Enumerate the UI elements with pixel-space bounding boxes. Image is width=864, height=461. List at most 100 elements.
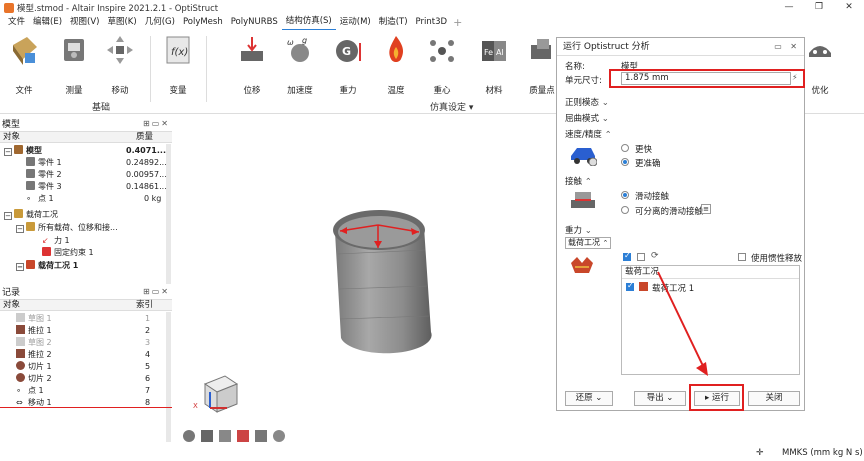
menu-polymesh[interactable]: PolyMesh — [179, 15, 227, 30]
displacement-tool[interactable]: 位移 — [230, 33, 274, 96]
view-cube[interactable]: X — [193, 375, 239, 413]
sketch-icon — [16, 337, 25, 346]
more-accurate-label: 更准确 — [635, 159, 661, 169]
speed-accuracy-toggle[interactable]: 速度/精度 ⌃ — [565, 128, 612, 140]
variables-tool[interactable]: f(x) 变量 — [156, 33, 200, 96]
menu-file[interactable]: 文件 — [4, 15, 29, 30]
svg-text:g: g — [302, 36, 307, 45]
svg-text:f(x): f(x) — [171, 47, 188, 58]
point-mass-icon — [531, 39, 551, 59]
panel-controls-icon[interactable]: ⊞▭✕ — [143, 287, 170, 296]
faster-label: 更快 — [635, 145, 653, 155]
restore-icon[interactable]: ❐ — [804, 0, 834, 15]
group-sim-label[interactable]: 仿真设定 ▾ — [430, 100, 473, 113]
history-row[interactable]: 推拉 24 — [0, 349, 166, 361]
contact-options-icon[interactable]: ≡ — [701, 204, 711, 214]
tree-row-loadcases[interactable]: − 载荷工况 — [4, 209, 170, 221]
move-tool[interactable]: 移动 — [98, 33, 142, 96]
close-window-icon[interactable]: ✕ — [834, 0, 864, 15]
sliding-contact-label: 滑动接触 — [635, 192, 670, 202]
tree-row-part2[interactable]: 零件 2 0.00957... — [26, 169, 192, 181]
menu-motion[interactable]: 运动(M) — [336, 15, 375, 30]
file-tool[interactable]: 文件 — [2, 33, 46, 96]
separable-sliding-label: 可分离的滑动接触 — [635, 207, 704, 217]
measure-tool[interactable]: 测量 — [52, 33, 96, 96]
menu-view[interactable]: 视图(V) — [66, 15, 103, 30]
svg-text:G: G — [342, 45, 351, 58]
tree-row-part1[interactable]: 零件 1 0.24892... — [26, 157, 192, 169]
history-row[interactable]: 草图 11 — [0, 313, 166, 325]
history-panel-title: 记录 ⊞▭✕ — [2, 286, 170, 298]
gravity-toggle[interactable]: 重力 ⌄ — [565, 224, 592, 236]
add-tab-icon[interactable]: + — [451, 16, 462, 29]
menu-print3d[interactable]: Print3D — [412, 15, 452, 30]
center-of-gravity-tool[interactable]: 重心 — [420, 33, 464, 96]
history-row[interactable]: ∘ 点 17 — [0, 385, 166, 397]
window-title: 模型.stmod - Altair Inspire 2021.2.1 - Opt… — [17, 3, 219, 14]
annotation-arrow — [657, 271, 708, 376]
slice-icon — [16, 373, 25, 382]
part-icon — [26, 181, 35, 190]
tree-row-all-loads[interactable]: − 所有载荷、位移和接... — [16, 222, 182, 234]
panel-controls-icon[interactable]: ⊞▭✕ — [143, 119, 170, 128]
force-icon: ↙ — [42, 236, 49, 245]
svg-text:X: X — [193, 402, 198, 410]
buckling-modes-toggle[interactable]: 屈曲模式 ⌄ — [565, 112, 609, 124]
dialog-title: 运行 Optistruct 分析 ▭ ✕ — [557, 38, 804, 56]
file-icon — [13, 37, 37, 65]
sketch-icon — [16, 313, 25, 322]
tree-row-point1[interactable]: ∘ 点 1 0 kg — [26, 193, 192, 205]
element-size-highlight — [609, 69, 805, 88]
app-logo-icon — [4, 2, 14, 13]
history-marker-line[interactable] — [0, 407, 172, 408]
menu-edit[interactable]: 编辑(E) — [29, 15, 66, 30]
point-icon: ∘ — [16, 386, 22, 395]
speed-accuracy-icon — [571, 148, 597, 166]
close-button[interactable]: 关闭 — [748, 391, 800, 406]
contact-icon — [571, 192, 595, 208]
minimize-icon[interactable]: — — [774, 0, 804, 15]
history-row[interactable]: 切片 15 — [0, 361, 166, 373]
title-bar: 模型.stmod - Altair Inspire 2021.2.1 - Opt… — [0, 0, 864, 15]
menu-manufacture[interactable]: 制造(T) — [375, 15, 412, 30]
view-toolbar[interactable] — [183, 430, 285, 442]
menu-sketch[interactable]: 草图(K) — [103, 15, 140, 30]
contacts-toggle[interactable]: 接触 ⌃ — [565, 175, 592, 187]
center-of-gravity-icon — [430, 40, 454, 62]
history-panel-header: 对象 索引 — [0, 299, 172, 311]
material-tool[interactable]: Fe Al 材料 — [472, 33, 516, 96]
status-bar: ✛ MMKS (mm kg N s) — [0, 446, 864, 461]
history-row[interactable]: 推拉 12 — [0, 325, 166, 337]
3d-viewport[interactable]: X — [175, 114, 555, 444]
svg-text:ω: ω — [287, 38, 294, 47]
element-size-label: 单元尺寸: — [565, 76, 602, 86]
menu-structure-sim[interactable]: 结构仿真(S) — [281, 14, 336, 31]
history-scrollbar[interactable] — [166, 312, 171, 442]
push-pull-icon — [16, 325, 25, 334]
folder-icon — [14, 209, 23, 218]
normal-modes-toggle[interactable]: 正则模态 ⌄ — [565, 96, 609, 108]
separable-sliding-radio[interactable] — [621, 206, 629, 214]
loadcase-icon — [26, 260, 35, 269]
gravity-tool[interactable]: G 重力 — [326, 33, 370, 96]
menu-polynurbs[interactable]: PolyNURBS — [227, 15, 282, 30]
load-case-dropdown[interactable]: 载荷工况 ⌃ — [565, 237, 611, 249]
menu-geometry[interactable]: 几何(G) — [141, 15, 179, 30]
tree-row-loadcase1[interactable]: − 载荷工况 1 — [16, 260, 182, 272]
crosshair-icon[interactable]: ✛ — [756, 448, 764, 458]
more-accurate-radio[interactable] — [621, 158, 629, 166]
tree-row-model[interactable]: − 模型 0.4071... — [4, 145, 170, 157]
temperature-tool[interactable]: 温度 — [374, 33, 418, 96]
sliding-contact-radio[interactable] — [621, 191, 629, 199]
model-panel-header: 对象 质量 — [0, 131, 172, 143]
unit-system[interactable]: MMKS (mm kg N s) — [782, 448, 863, 458]
history-row[interactable]: 草图 23 — [0, 337, 166, 349]
constraint-icon — [42, 247, 51, 256]
inertia-relief-checkbox[interactable] — [738, 253, 746, 261]
acceleration-tool[interactable]: gω 加速度 — [278, 33, 322, 96]
history-row[interactable]: 切片 26 — [0, 373, 166, 385]
part-icon — [26, 169, 35, 178]
dialog-window-controls-icon[interactable]: ▭ ✕ — [774, 38, 800, 56]
faster-radio[interactable] — [621, 144, 629, 152]
tree-row-part3[interactable]: 零件 3 0.14861... — [26, 181, 192, 193]
